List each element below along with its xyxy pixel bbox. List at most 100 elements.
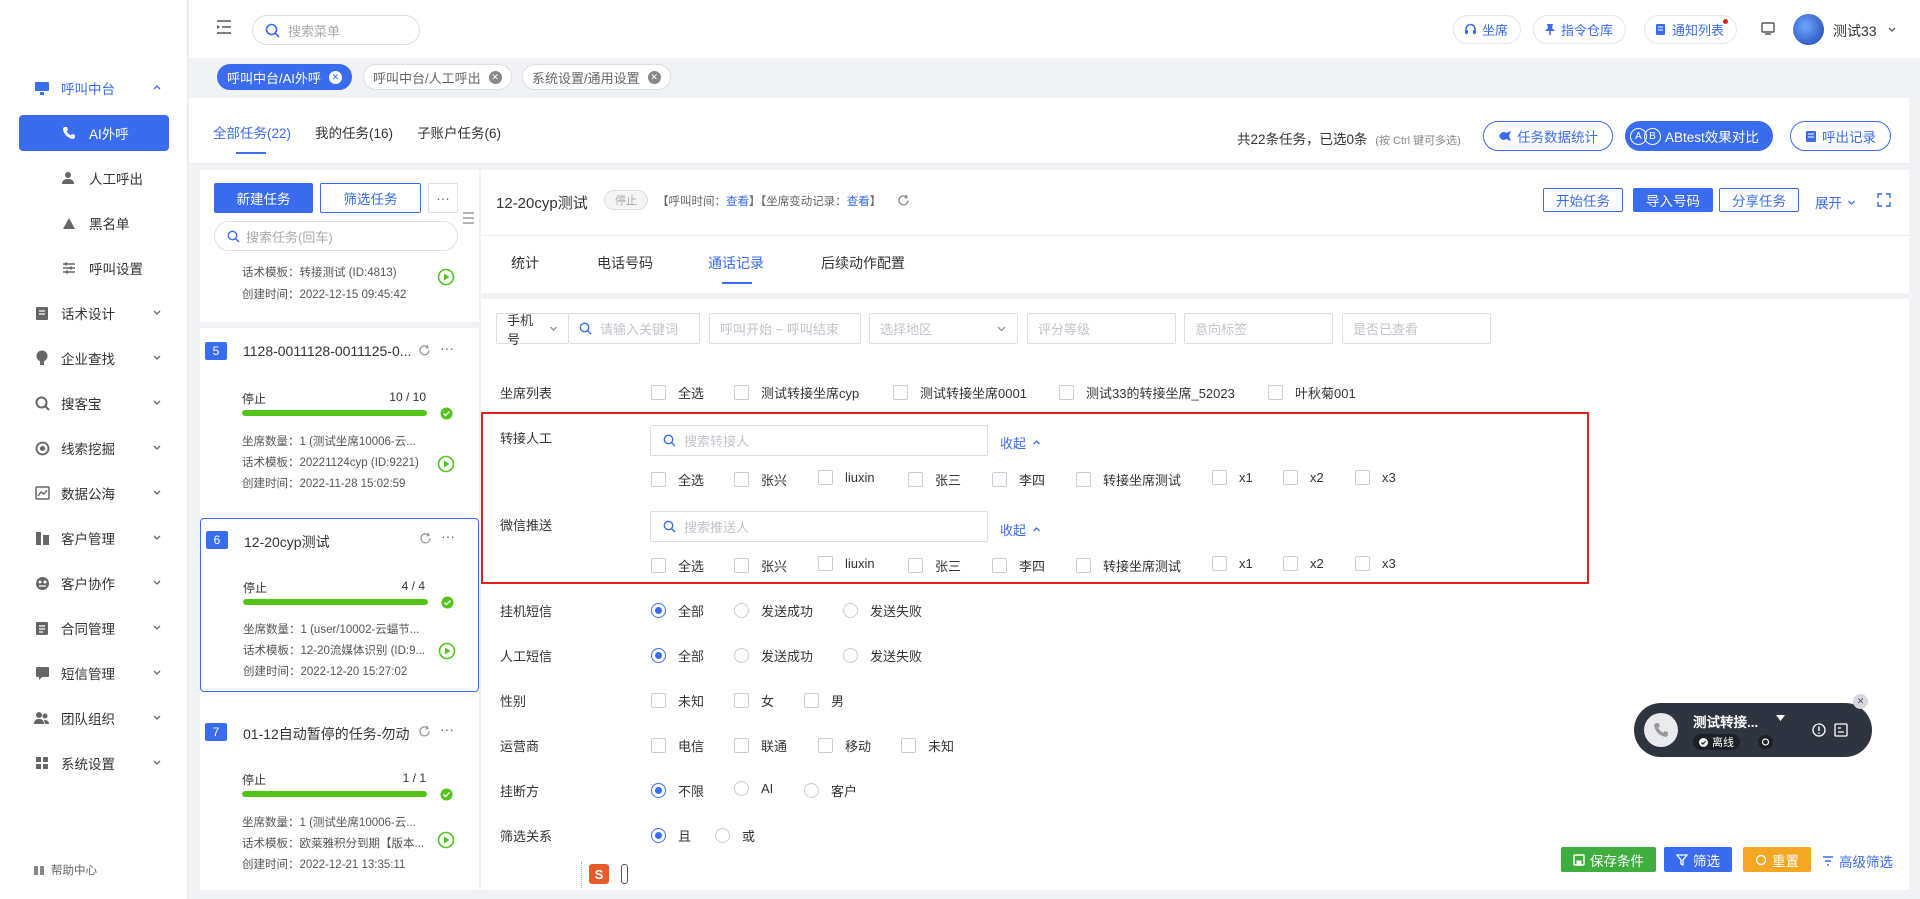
transfer-option[interactable]: x1	[1212, 470, 1253, 485]
hangup-sms-option-all[interactable]: 全部	[651, 601, 704, 620]
more-button[interactable]: ···	[428, 183, 458, 213]
save-conditions-button[interactable]: 保存条件	[1561, 847, 1656, 872]
seat-option[interactable]: 测试33的转接坐席_52023	[1059, 383, 1235, 402]
sidebar-item-souke[interactable]: 搜客宝	[0, 385, 188, 421]
ime-icon[interactable]: S	[589, 864, 609, 884]
subtab-phone-numbers[interactable]: 电话号码	[597, 253, 653, 273]
relation-option-and[interactable]: 且	[651, 826, 691, 845]
filter-task-button[interactable]: 筛选任务	[320, 183, 421, 213]
import-numbers-button[interactable]: 导入号码	[1633, 188, 1713, 212]
gender-option[interactable]: 未知	[651, 691, 704, 710]
hangup-sms-option-fail[interactable]: 发送失败	[843, 601, 922, 620]
new-task-button[interactable]: 新建任务	[214, 183, 313, 213]
hangup-side-option[interactable]: 不限	[651, 781, 704, 800]
call-records-button[interactable]: 呼出记录	[1790, 121, 1891, 151]
tab-manual-call[interactable]: 呼叫中台/人工呼出 ✕	[363, 64, 512, 90]
wechat-option[interactable]: x3	[1355, 556, 1396, 571]
menu-search-input[interactable]: 搜索菜单	[252, 15, 420, 45]
gender-option[interactable]: 男	[804, 691, 844, 710]
seat-option[interactable]: 叶秋菊001	[1268, 383, 1356, 402]
manual-sms-option-fail[interactable]: 发送失败	[843, 646, 922, 665]
username[interactable]: 测试33	[1833, 21, 1877, 41]
call-time-range-picker[interactable]: 呼叫开始 ~ 呼叫结束	[709, 313, 861, 344]
sidebar-item-manual-call[interactable]: 人工呼出	[19, 160, 169, 196]
sidebar-item-call-settings[interactable]: 呼叫设置	[19, 250, 169, 286]
transfer-collapse-link[interactable]: 收起	[1000, 433, 1041, 452]
sidebar-item-script-design[interactable]: 话术设计	[0, 295, 188, 331]
menu-fold-icon[interactable]	[216, 20, 232, 34]
subtab-statistics[interactable]: 统计	[511, 253, 539, 273]
card-more-icon[interactable]: ···	[440, 721, 454, 737]
wechat-option[interactable]: 李四	[992, 556, 1045, 575]
card-more-icon[interactable]: ···	[440, 340, 454, 356]
sidebar-item-system-settings[interactable]: 系统设置	[0, 745, 188, 781]
call-status-badge[interactable]: 离线	[1693, 734, 1740, 750]
manual-sms-option-success[interactable]: 发送成功	[734, 646, 813, 665]
wechat-option[interactable]: 张兴	[734, 556, 787, 575]
sidebar-item-ai-outbound[interactable]: AI外呼	[19, 115, 169, 151]
manual-sms-option-all[interactable]: 全部	[651, 646, 704, 665]
viewed-select[interactable]: 是否已查看	[1342, 313, 1491, 344]
call-widget[interactable]: 测试转接... 离线 ✕	[1634, 694, 1872, 757]
wechat-option[interactable]: 张三	[908, 556, 961, 575]
close-icon[interactable]: ✕	[1853, 694, 1868, 709]
tab-sub-account-tasks[interactable]: 子账户任务(6)	[417, 122, 501, 142]
wechat-option[interactable]: 转接坐席测试	[1076, 556, 1181, 575]
start-task-button[interactable]: 开始任务	[1543, 188, 1623, 212]
seat-option-all[interactable]: 全选	[651, 383, 704, 402]
sidebar-item-call-center[interactable]: 呼叫中台	[0, 70, 188, 106]
notification-list-button[interactable]: 通知列表	[1644, 15, 1738, 44]
task-card[interactable]: 5 1128-0011128-0011125-0... ··· 停止 10 / …	[200, 330, 479, 500]
subtab-call-records[interactable]: 通话记录	[708, 253, 764, 273]
transfer-option[interactable]: liuxin	[818, 470, 875, 485]
wechat-search-input[interactable]: 搜索推送人	[650, 511, 988, 542]
seat-pill-button[interactable]: 坐席	[1453, 15, 1522, 44]
sidebar-item-customer-coop[interactable]: 客户协作	[0, 565, 188, 601]
seat-option[interactable]: 测试转接坐席cyp	[734, 383, 859, 402]
intent-tag-select[interactable]: 意向标签	[1184, 313, 1333, 344]
refresh-icon[interactable]	[419, 532, 432, 545]
carrier-option[interactable]: 联通	[734, 736, 787, 755]
hangup-side-option[interactable]: AI	[734, 781, 773, 796]
wechat-option[interactable]: x2	[1283, 556, 1324, 571]
transfer-option[interactable]: x2	[1283, 470, 1324, 485]
subtab-follow-up-config[interactable]: 后续动作配置	[821, 253, 905, 273]
share-task-button[interactable]: 分享任务	[1719, 188, 1799, 212]
seat-option[interactable]: 测试转接坐席0001	[893, 383, 1027, 402]
hangup-side-option[interactable]: 客户	[804, 781, 857, 800]
wechat-option-all[interactable]: 全选	[651, 556, 704, 575]
refresh-icon[interactable]	[897, 194, 910, 207]
task-card-selected[interactable]: 6 12-20cyp测试 ··· 停止 4 / 4 坐席数量：1 (user/1…	[200, 518, 479, 692]
sidebar-item-company-search[interactable]: 企业查找	[0, 340, 188, 376]
list-toggle-icon[interactable]	[462, 212, 475, 224]
settings-icon[interactable]	[1758, 735, 1773, 749]
tab-ai-outbound[interactable]: 呼叫中台/AI外呼 ✕	[217, 64, 352, 90]
close-icon[interactable]: ✕	[328, 70, 342, 84]
screen-icon[interactable]	[1761, 22, 1775, 35]
close-icon[interactable]: ✕	[647, 70, 661, 84]
sidebar-item-team[interactable]: 团队组织	[0, 700, 188, 736]
help-center-link[interactable]: 帮助中心	[33, 862, 97, 878]
refresh-icon[interactable]	[418, 344, 431, 357]
tab-general-settings[interactable]: 系统设置/通用设置 ✕	[522, 64, 671, 90]
carrier-option[interactable]: 未知	[901, 736, 954, 755]
play-icon[interactable]	[437, 455, 455, 473]
view-seat-change-link[interactable]: 查看	[847, 196, 870, 208]
play-icon[interactable]	[438, 642, 456, 660]
carrier-option[interactable]: 电信	[651, 736, 704, 755]
wechat-option[interactable]: x1	[1212, 556, 1253, 571]
sidebar-item-sms-mgmt[interactable]: 短信管理	[0, 655, 188, 691]
gender-option[interactable]: 女	[734, 691, 774, 710]
avatar[interactable]	[1793, 14, 1824, 45]
transfer-option-all[interactable]: 全选	[651, 470, 704, 489]
chevron-down-icon[interactable]	[1887, 25, 1897, 35]
view-call-time-link[interactable]: 查看	[726, 196, 749, 208]
transfer-option[interactable]: 张三	[908, 470, 961, 489]
task-search-input[interactable]: 搜索任务(回车)	[214, 221, 458, 251]
relation-option-or[interactable]: 或	[715, 826, 755, 845]
refresh-icon[interactable]	[418, 725, 431, 738]
sidebar-item-customer-mgmt[interactable]: 客户管理	[0, 520, 188, 556]
fullscreen-icon[interactable]	[1877, 193, 1891, 207]
wechat-collapse-link[interactable]: 收起	[1000, 520, 1041, 539]
hangup-sms-option-success[interactable]: 发送成功	[734, 601, 813, 620]
